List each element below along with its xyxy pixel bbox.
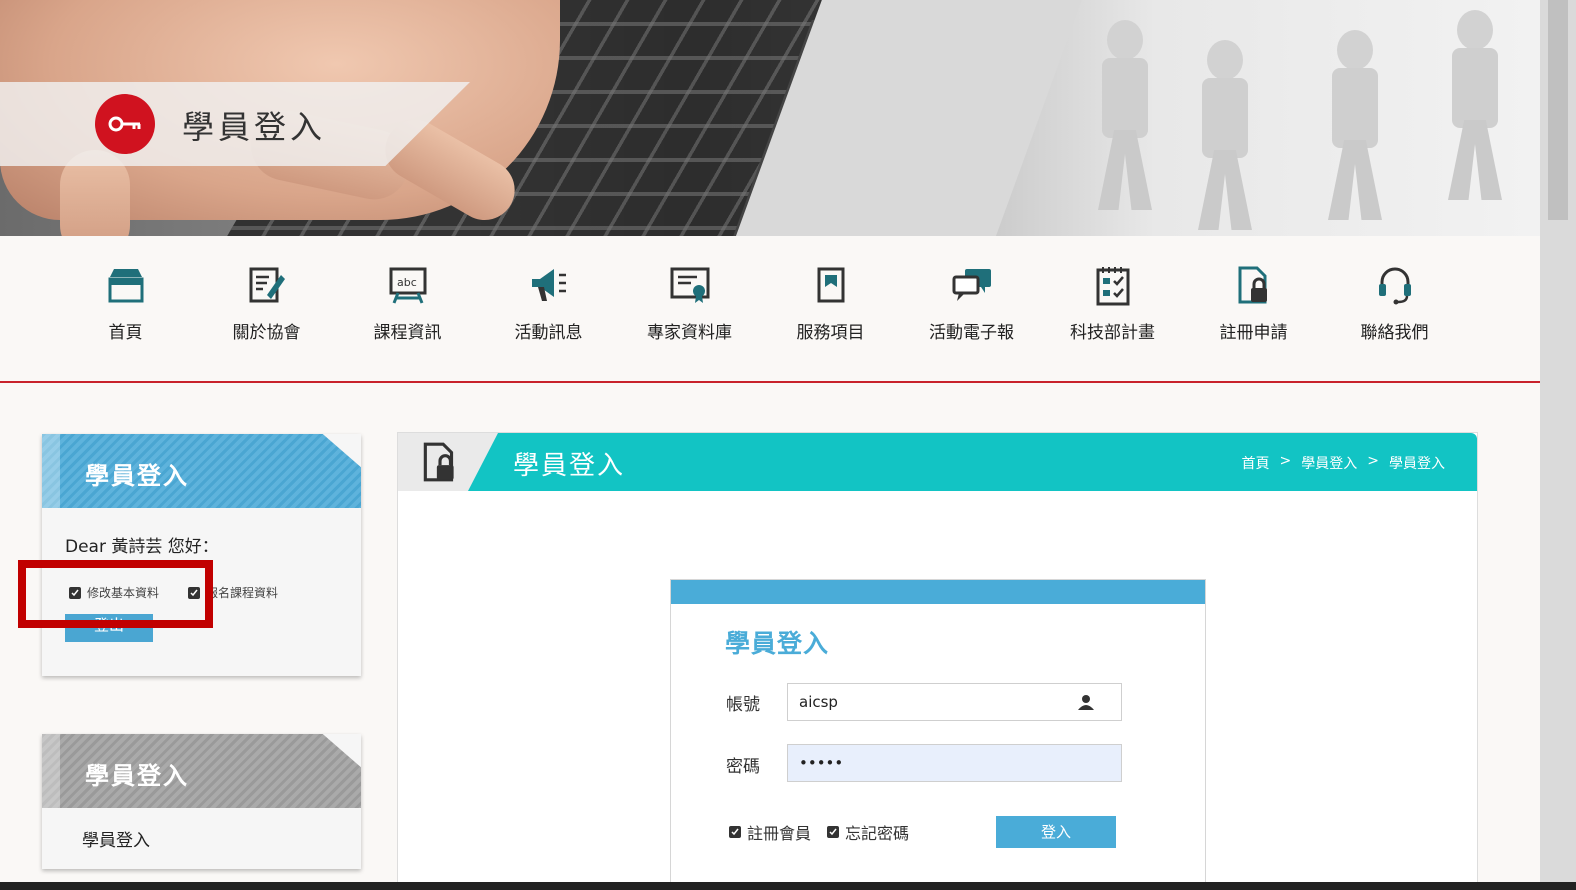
key-icon (95, 94, 155, 154)
nav-item-events[interactable]: 活動訊息 (478, 262, 619, 362)
account-input[interactable]: aicsp (787, 683, 1122, 721)
nav-item-newsletter[interactable]: 活動電子報 (901, 262, 1042, 362)
breadcrumb-current: 學員登入 (1389, 456, 1445, 472)
nav-item-contact[interactable]: 聯絡我們 (1324, 262, 1465, 362)
member-card-header: 學員登入 (42, 434, 361, 508)
greeting-text: Dear 黃詩芸 您好： (65, 537, 219, 557)
checkbox-icon (729, 826, 741, 838)
login-button[interactable]: 登入 (996, 816, 1116, 848)
svg-text:abc: abc (397, 276, 417, 289)
main-nav: 首頁 關於協會 abc 課程資訊 活動訊息 專家資料庫 服務項目 活動電子報 科… (55, 262, 1475, 362)
password-label: 密碼 (726, 757, 760, 777)
chat-bubbles-icon (949, 262, 995, 308)
sidebar-item-login[interactable]: 學員登入 (82, 826, 150, 851)
edit-note-icon (244, 262, 290, 308)
breadcrumb-home[interactable]: 首頁 (1242, 453, 1270, 473)
user-icon (1077, 694, 1095, 714)
lock-document-icon (1231, 262, 1277, 308)
main-panel-header: 學員登入 首頁 > 學員登入 > 學員登入 (398, 433, 1477, 491)
headset-icon (1372, 262, 1418, 308)
login-form: 學員登入 帳號 aicsp 密碼 ••••• 註冊會員 忘記密碼 登入 (670, 579, 1206, 882)
paper-people-image (1080, 10, 1540, 230)
bookmark-icon (808, 262, 854, 308)
highlight-box (18, 560, 213, 628)
nav-item-about[interactable]: 關於協會 (196, 262, 337, 362)
member-card-title: 學員登入 (85, 462, 189, 490)
nav-item-experts[interactable]: 專家資料庫 (619, 262, 760, 362)
certificate-icon (667, 262, 713, 308)
page: 學員登入 首頁 關於協會 abc 課程資訊 活動訊息 專家資料庫 服務項目 活動… (0, 0, 1540, 882)
nav-item-courses[interactable]: abc 課程資訊 (337, 262, 478, 362)
megaphone-icon (526, 262, 572, 308)
abc-board-icon: abc (385, 262, 431, 308)
lock-document-icon (398, 433, 498, 491)
nav-item-most-projects[interactable]: 科技部計畫 (1042, 262, 1183, 362)
breadcrumb-section[interactable]: 學員登入 (1301, 453, 1357, 473)
member-card: 學員登入 Dear 黃詩芸 您好： 修改基本資料 報名課程資料 登出 (42, 434, 361, 676)
login-form-title: 學員登入 (725, 629, 830, 658)
login-menu-header: 學員登入 (42, 734, 361, 808)
checklist-icon (1090, 262, 1136, 308)
banner-title: 學員登入 (182, 108, 327, 146)
nav-item-home[interactable]: 首頁 (55, 262, 196, 362)
scrollbar-thumb[interactable] (1548, 0, 1568, 220)
page-title: 學員登入 (513, 451, 626, 481)
home-icon (103, 262, 149, 308)
forgot-password-link[interactable]: 忘記密碼 (845, 820, 909, 844)
nav-divider (0, 381, 1540, 383)
breadcrumb: 首頁 > 學員登入 > 學員登入 (1242, 453, 1445, 473)
password-input[interactable]: ••••• (787, 744, 1122, 782)
header-banner: 學員登入 (0, 0, 1540, 236)
nav-item-services[interactable]: 服務項目 (760, 262, 901, 362)
breadcrumb-separator: > (1367, 453, 1379, 469)
breadcrumb-separator: > (1279, 453, 1292, 469)
checkbox-icon (827, 826, 840, 838)
taskbar (0, 882, 1576, 890)
login-menu-card: 學員登入 學員登入 (42, 734, 361, 869)
nav-item-register[interactable]: 註冊申請 (1183, 262, 1324, 362)
register-link[interactable]: 註冊會員 (747, 820, 811, 844)
account-label: 帳號 (726, 695, 760, 715)
login-menu-title: 學員登入 (85, 762, 189, 790)
